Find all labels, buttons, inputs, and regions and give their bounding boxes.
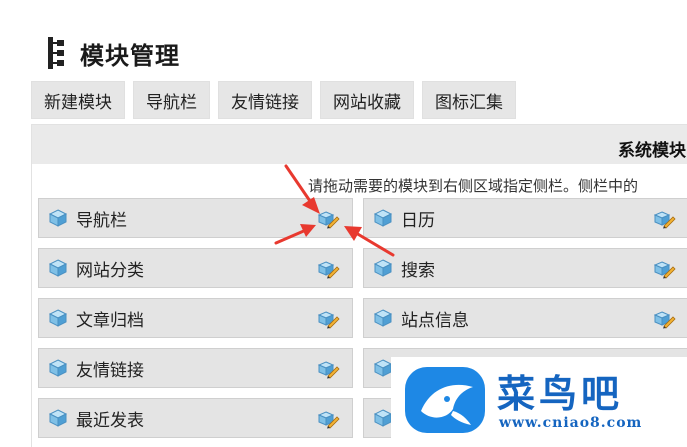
module-item[interactable]: 网站分类 xyxy=(38,248,353,288)
module-label: 搜索 xyxy=(401,260,435,281)
module-label: 日历 xyxy=(401,210,435,231)
module-item[interactable]: 友情链接 xyxy=(38,348,353,388)
edit-module-icon[interactable] xyxy=(318,309,340,329)
edit-module-icon[interactable] xyxy=(318,409,340,429)
sitemap-icon xyxy=(46,37,68,69)
module-cube-icon xyxy=(48,259,68,277)
watermark-url: www.cniao8.com xyxy=(499,415,643,431)
edit-module-icon[interactable] xyxy=(654,309,676,329)
module-item[interactable]: 最近发表 xyxy=(38,398,353,438)
module-cube-icon xyxy=(48,359,68,377)
panel-title: 系统模块 xyxy=(618,141,686,161)
module-item[interactable]: 导航栏 xyxy=(38,198,353,238)
module-cube-icon xyxy=(373,209,393,227)
module-item[interactable]: 站点信息 xyxy=(363,298,687,338)
module-item[interactable]: 日历 xyxy=(363,198,687,238)
module-cube-icon xyxy=(373,309,393,327)
tab-friend-links[interactable]: 友情链接 xyxy=(218,81,312,119)
module-cube-icon xyxy=(373,359,393,377)
panel-header: 系统模块 xyxy=(32,125,687,164)
edit-module-icon[interactable] xyxy=(318,209,340,229)
page-title: 模块管理 xyxy=(80,41,180,70)
bird-logo-icon xyxy=(405,367,485,433)
module-item[interactable]: 搜索 xyxy=(363,248,687,288)
module-label: 站点信息 xyxy=(401,310,469,331)
module-item[interactable]: 文章归档 xyxy=(38,298,353,338)
edit-module-icon[interactable] xyxy=(318,359,340,379)
module-label: 导航栏 xyxy=(76,210,127,231)
module-cube-icon xyxy=(48,409,68,427)
edit-module-icon[interactable] xyxy=(654,259,676,279)
module-cube-icon xyxy=(373,259,393,277)
drag-hint: 请拖动需要的模块到右侧区域指定侧栏。侧栏中的 xyxy=(308,177,639,195)
page-header: 模块管理 xyxy=(46,36,180,70)
tab-navbar[interactable]: 导航栏 xyxy=(133,81,210,119)
module-cube-icon xyxy=(48,209,68,227)
tab-icon-collection[interactable]: 图标汇集 xyxy=(422,81,516,119)
tab-new-module[interactable]: 新建模块 xyxy=(31,81,125,119)
module-label: 网站分类 xyxy=(76,260,144,281)
module-cube-icon xyxy=(373,409,393,427)
edit-module-icon[interactable] xyxy=(654,209,676,229)
edit-module-icon[interactable] xyxy=(318,259,340,279)
tab-bar: 新建模块 导航栏 友情链接 网站收藏 图标汇集 xyxy=(31,81,516,119)
watermark-name: 菜鸟吧 xyxy=(497,371,624,416)
watermark: 菜鸟吧 www.cniao8.com xyxy=(391,357,687,447)
module-label: 文章归档 xyxy=(76,310,144,331)
module-cube-icon xyxy=(48,309,68,327)
module-label: 最近发表 xyxy=(76,410,144,431)
tab-site-favorites[interactable]: 网站收藏 xyxy=(320,81,414,119)
module-label: 友情链接 xyxy=(76,360,144,381)
